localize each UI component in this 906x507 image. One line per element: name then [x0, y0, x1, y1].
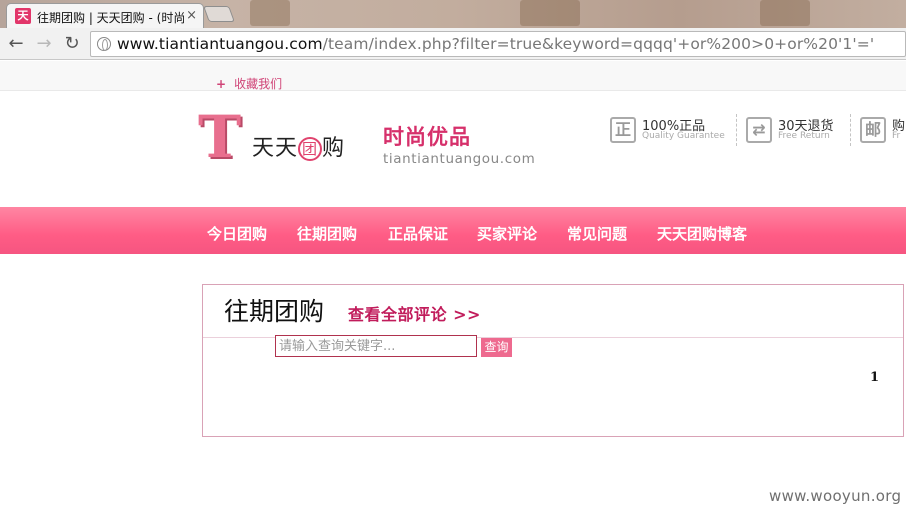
nav-item-today[interactable]: 今日团购	[207, 223, 267, 244]
feature-genuine: 正 100%正品 Quality Guarantee	[610, 115, 734, 149]
nav-item-past[interactable]: 往期团购	[297, 223, 357, 244]
tabstrip-background-decoration	[250, 0, 290, 26]
nav-item-reviews[interactable]: 买家评论	[477, 223, 537, 244]
browser-toolbar: ← → ↻ www.tiantiantuangou.com/team/index…	[0, 28, 906, 60]
nav-item-faq[interactable]: 常见问题	[567, 223, 627, 244]
url-host: www.tiantiantuangou.com	[117, 35, 323, 53]
page-number[interactable]: 1	[870, 370, 879, 385]
tabstrip-background-decoration	[760, 0, 810, 26]
feature-divider	[850, 114, 851, 146]
logo-name-part: 购	[322, 136, 346, 161]
page-globe-icon	[97, 37, 111, 51]
past-deals-panel: 往期团购 查看全部评论 >> 查询 1	[202, 284, 904, 437]
site-logo[interactable]: T 天天团购	[196, 104, 376, 174]
feature-subtitle: Free Return	[778, 131, 830, 141]
logo-t-letter: T	[198, 103, 242, 171]
site-domain: tiantiantuangou.com	[383, 151, 536, 167]
watermark: www.wooyun.org	[769, 487, 902, 505]
search-input[interactable]	[275, 335, 477, 357]
new-tab-button[interactable]	[203, 6, 235, 22]
tabstrip-background-decoration	[520, 0, 580, 26]
nav-item-blog[interactable]: 天天团购博客	[657, 223, 747, 244]
tab-close-icon[interactable]: ×	[186, 8, 197, 24]
arrow-forward-icon[interactable]: →	[32, 32, 56, 56]
plus-icon: +	[216, 77, 227, 91]
tab-title: 往期团购 | 天天团购 - (时尚	[37, 11, 186, 25]
url-path: /team/index.php?filter=true&keyword=qqqq…	[322, 35, 875, 53]
site-slogan: 时尚优品	[383, 125, 471, 149]
logo-tuan-circle: 团	[298, 137, 323, 161]
url-text[interactable]: www.tiantiantuangou.com/team/index.php?f…	[117, 35, 874, 53]
nav-item-guarantee[interactable]: 正品保证	[388, 223, 448, 244]
add-favorite-label: 收藏我们	[234, 77, 283, 91]
browser-tab-strip: 天 往期团购 | 天天团购 - (时尚 ×	[0, 0, 906, 29]
feature-subtitle: Quality Guarantee	[642, 131, 725, 141]
feature-divider	[736, 114, 737, 146]
genuine-icon: 正	[610, 117, 636, 143]
mail-icon: 邮	[860, 117, 886, 143]
site-top-bar: + 收藏我们	[0, 61, 906, 91]
page-title: 往期团购	[224, 297, 325, 326]
main-nav: 今日团购 往期团购 正品保证 买家评论 常见问题 天天团购博客	[0, 207, 906, 254]
reload-icon[interactable]: ↻	[60, 32, 84, 56]
browser-tab[interactable]: 天 往期团购 | 天天团购 - (时尚 ×	[6, 3, 204, 29]
logo-name-part: 天天	[252, 136, 299, 161]
view-all-reviews-link[interactable]: 查看全部评论 >>	[348, 301, 481, 325]
add-favorite-link[interactable]: + 收藏我们	[216, 75, 282, 92]
panel-header: 往期团购 查看全部评论 >>	[203, 285, 903, 338]
feature-return: ⇄ 30天退货 Free Return	[746, 115, 846, 149]
feature-shipping: 邮 购 Fr	[860, 115, 906, 149]
search-button[interactable]: 查询	[481, 338, 512, 357]
return-arrows-icon: ⇄	[746, 117, 772, 143]
site-favicon-icon: 天	[15, 8, 31, 24]
feature-subtitle: Fr	[892, 131, 901, 141]
arrow-back-icon[interactable]: ←	[4, 32, 28, 56]
address-bar[interactable]: www.tiantiantuangou.com/team/index.php?f…	[90, 31, 906, 57]
logo-name: 天天团购	[252, 130, 345, 162]
